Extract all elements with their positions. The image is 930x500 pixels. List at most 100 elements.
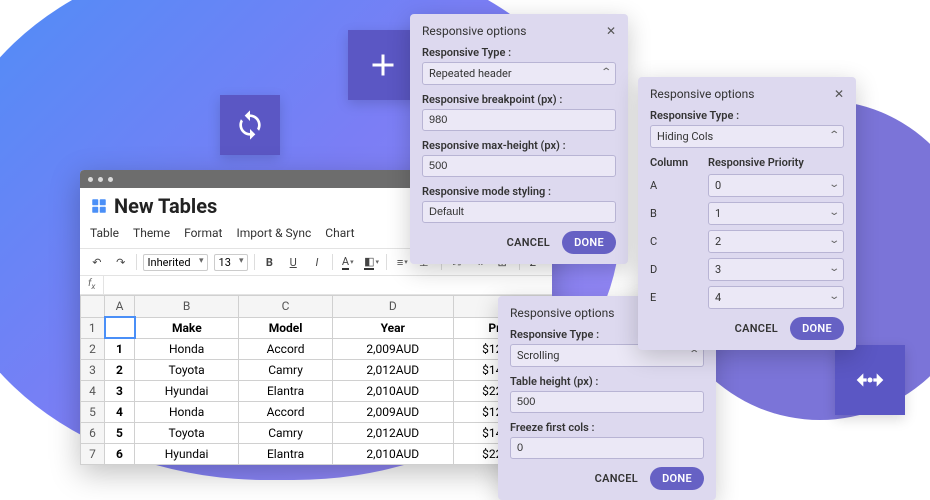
priority-select[interactable]: 4 [708, 286, 844, 309]
text-color-button[interactable]: A [339, 253, 357, 271]
cell[interactable]: 5 [81, 402, 105, 423]
cell[interactable]: 2,009AUD [332, 338, 453, 360]
responsive-panel-hiding-cols: Responsive options ✕ Responsive Type : H… [638, 77, 856, 350]
max-height-input[interactable] [422, 155, 616, 177]
cell[interactable]: 1 [105, 338, 135, 360]
priority-column-label: E [650, 291, 698, 304]
italic-button[interactable]: I [308, 253, 326, 271]
cell[interactable]: Accord [239, 338, 333, 360]
priority-column-label: B [650, 207, 698, 220]
spreadsheet-grid[interactable]: ABCDE 1MakeModelYearPrice21HondaAccord2,… [80, 295, 552, 465]
cell[interactable]: Model [239, 317, 333, 338]
cell[interactable]: 1 [81, 317, 105, 338]
cell[interactable]: 4 [105, 402, 135, 423]
priority-select[interactable]: 1 [708, 202, 844, 225]
underline-button[interactable]: U [284, 253, 302, 271]
refresh-tile [220, 95, 280, 155]
undo-button[interactable]: ↶ [88, 253, 106, 271]
cell[interactable]: 2,010AUD [332, 444, 453, 465]
cell[interactable]: Elantra [239, 381, 333, 402]
font-size-select[interactable]: 13 [214, 254, 248, 271]
cell[interactable] [105, 317, 135, 338]
breakpoint-label: Responsive breakpoint (px) : [422, 93, 616, 106]
cell[interactable]: 2,012AUD [332, 360, 453, 381]
slider-tile [835, 345, 905, 415]
col-header[interactable] [81, 296, 105, 318]
done-button[interactable]: DONE [790, 317, 844, 340]
cell[interactable]: Camry [239, 423, 333, 444]
table-height-label: Table height (px) : [510, 375, 704, 388]
col-header[interactable]: A [105, 296, 135, 318]
plus-tile [348, 30, 418, 100]
priority-select[interactable]: 0 [708, 174, 844, 197]
align-button[interactable]: ≡ [393, 253, 411, 271]
priority-select[interactable]: 2 [708, 230, 844, 253]
cell[interactable]: 6 [81, 423, 105, 444]
table-height-input[interactable] [510, 391, 704, 413]
priority-header: Responsive Priority [708, 156, 844, 169]
breakpoint-input[interactable] [422, 109, 616, 131]
cell[interactable]: 5 [105, 423, 135, 444]
done-button[interactable]: DONE [650, 467, 704, 490]
cell[interactable]: Year [332, 317, 453, 338]
cell[interactable]: 3 [81, 360, 105, 381]
responsive-type-select[interactable]: Repeated header [422, 62, 616, 85]
cell[interactable]: Honda [135, 338, 239, 360]
col-header[interactable]: D [332, 296, 453, 318]
cell[interactable]: 4 [81, 381, 105, 402]
cell[interactable]: Camry [239, 360, 333, 381]
menu-table[interactable]: Table [90, 226, 119, 240]
mode-styling-input[interactable] [422, 201, 616, 223]
cell[interactable]: 2 [81, 338, 105, 360]
col-header[interactable]: C [239, 296, 333, 318]
menu-format[interactable]: Format [184, 226, 222, 240]
cell[interactable]: 6 [105, 444, 135, 465]
cell[interactable]: Elantra [239, 444, 333, 465]
formula-input[interactable] [104, 277, 552, 293]
cell[interactable]: Toyota [135, 423, 239, 444]
column-header: Column [650, 156, 698, 169]
freeze-cols-label: Freeze first cols : [510, 421, 704, 434]
bold-button[interactable]: B [261, 253, 279, 271]
redo-button[interactable]: ↷ [112, 253, 130, 271]
cell[interactable]: 3 [105, 381, 135, 402]
app-logo-icon [90, 197, 108, 215]
cell[interactable]: 2,012AUD [332, 423, 453, 444]
col-header[interactable]: B [135, 296, 239, 318]
font-family-select[interactable]: Inherited [143, 254, 208, 271]
menu-import-sync[interactable]: Import & Sync [236, 226, 311, 240]
priority-select[interactable]: 3 [708, 258, 844, 281]
panel-title: Responsive options [510, 306, 614, 320]
window-dot [98, 177, 103, 182]
window-dot [108, 177, 113, 182]
responsive-type-label: Responsive Type : [650, 109, 844, 122]
cell[interactable]: Honda [135, 402, 239, 423]
done-button[interactable]: DONE [562, 231, 616, 254]
cell[interactable]: Hyundai [135, 381, 239, 402]
cell[interactable]: Toyota [135, 360, 239, 381]
max-height-label: Responsive max-height (px) : [422, 139, 616, 152]
cell[interactable]: 2,010AUD [332, 381, 453, 402]
cell[interactable]: 2 [105, 360, 135, 381]
cell[interactable]: Make [135, 317, 239, 338]
cancel-button[interactable]: CANCEL [507, 236, 550, 249]
responsive-type-select[interactable]: Hiding Cols [650, 125, 844, 148]
responsive-panel-repeated-header: Responsive options ✕ Responsive Type : R… [410, 14, 628, 264]
menu-theme[interactable]: Theme [133, 226, 170, 240]
close-icon[interactable]: ✕ [834, 87, 844, 101]
freeze-cols-input[interactable] [510, 437, 704, 459]
mode-styling-label: Responsive mode styling : [422, 185, 616, 198]
cell[interactable]: 2,009AUD [332, 402, 453, 423]
menu-chart[interactable]: Chart [325, 226, 354, 240]
cancel-button[interactable]: CANCEL [735, 322, 778, 335]
close-icon[interactable]: ✕ [606, 24, 616, 38]
priority-column-label: C [650, 235, 698, 248]
cell[interactable]: Accord [239, 402, 333, 423]
cell[interactable]: 7 [81, 444, 105, 465]
fill-color-button[interactable]: ◧ [363, 253, 381, 271]
refresh-icon [234, 109, 266, 141]
cancel-button[interactable]: CANCEL [595, 472, 638, 485]
fx-label: fx [80, 276, 104, 294]
window-dot [88, 177, 93, 182]
cell[interactable]: Hyundai [135, 444, 239, 465]
